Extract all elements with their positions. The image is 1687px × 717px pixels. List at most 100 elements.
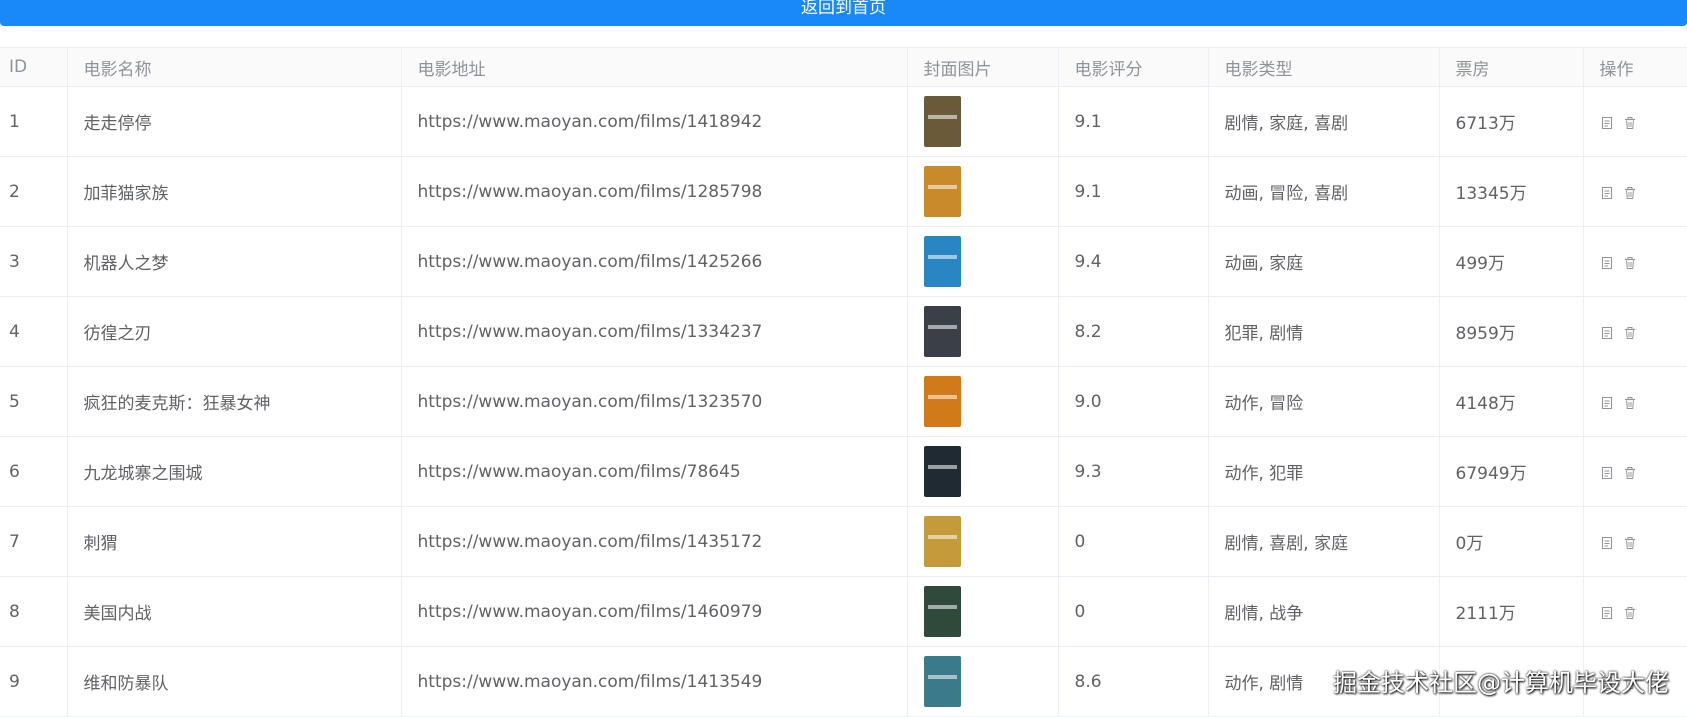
cell-poster — [907, 367, 1058, 437]
cell-poster — [907, 577, 1058, 647]
cell-url: https://www.maoyan.com/films/1413549 — [401, 647, 907, 717]
edit-icon[interactable] — [1600, 325, 1614, 339]
edit-icon[interactable] — [1600, 605, 1614, 619]
table-header-row: ID 电影名称 电影地址 封面图片 电影评分 电影类型 票房 操作 — [0, 48, 1687, 87]
cell-name: 九龙城寨之围城 — [67, 437, 401, 507]
cell-box-office: 2111万 — [1439, 577, 1583, 647]
poster-image[interactable] — [924, 586, 961, 637]
cell-genre: 动作, 犯罪 — [1208, 437, 1439, 507]
delete-icon[interactable] — [1623, 535, 1637, 549]
cell-genre: 动画, 冒险, 喜剧 — [1208, 157, 1439, 227]
cell-id: 8 — [0, 577, 67, 647]
table-row: 1走走停停https://www.maoyan.com/films/141894… — [0, 87, 1687, 157]
cell-url: https://www.maoyan.com/films/1334237 — [401, 297, 907, 367]
cell-rating: 0 — [1058, 507, 1208, 577]
cell-rating: 9.4 — [1058, 227, 1208, 297]
cell-rating: 8.2 — [1058, 297, 1208, 367]
cell-id: 5 — [0, 367, 67, 437]
edit-icon[interactable] — [1600, 255, 1614, 269]
poster-image[interactable] — [924, 376, 961, 427]
table-row: 2加菲猫家族https://www.maoyan.com/films/12857… — [0, 157, 1687, 227]
delete-icon[interactable] — [1623, 325, 1637, 339]
cell-box-office: 0万 — [1439, 507, 1583, 577]
table-row: 8美国内战https://www.maoyan.com/films/146097… — [0, 577, 1687, 647]
cell-poster — [907, 87, 1058, 157]
cell-genre: 剧情, 战争 — [1208, 577, 1439, 647]
cell-rating: 0 — [1058, 577, 1208, 647]
cell-id: 4 — [0, 297, 67, 367]
delete-icon[interactable] — [1623, 605, 1637, 619]
cell-genre: 犯罪, 剧情 — [1208, 297, 1439, 367]
cell-id: 7 — [0, 507, 67, 577]
edit-icon[interactable] — [1600, 115, 1614, 129]
watermark: 掘金技术社区@计算机毕设大佬 — [1333, 663, 1669, 698]
header-url: 电影地址 — [401, 48, 907, 87]
header-name: 电影名称 — [67, 48, 401, 87]
table-body: 1走走停停https://www.maoyan.com/films/141894… — [0, 87, 1687, 717]
header-poster: 封面图片 — [907, 48, 1058, 87]
cell-rating: 9.1 — [1058, 87, 1208, 157]
header-genre: 电影类型 — [1208, 48, 1439, 87]
cell-rating: 9.1 — [1058, 157, 1208, 227]
poster-image[interactable] — [924, 306, 961, 357]
delete-icon[interactable] — [1623, 115, 1637, 129]
cell-url: https://www.maoyan.com/films/1460979 — [401, 577, 907, 647]
cell-rating: 8.6 — [1058, 647, 1208, 717]
header-rating: 电影评分 — [1058, 48, 1208, 87]
cell-box-office: 13345万 — [1439, 157, 1583, 227]
delete-icon[interactable] — [1623, 465, 1637, 479]
poster-image[interactable] — [924, 656, 961, 707]
cell-name: 刺猬 — [67, 507, 401, 577]
cell-genre: 剧情, 喜剧, 家庭 — [1208, 507, 1439, 577]
header-id: ID — [0, 48, 67, 87]
cell-url: https://www.maoyan.com/films/1435172 — [401, 507, 907, 577]
back-to-home-button[interactable]: 返回到首页 — [0, 0, 1687, 26]
poster-image[interactable] — [924, 166, 961, 217]
cell-box-office: 4148万 — [1439, 367, 1583, 437]
cell-poster — [907, 297, 1058, 367]
delete-icon[interactable] — [1623, 185, 1637, 199]
cell-name: 机器人之梦 — [67, 227, 401, 297]
table-row: 4彷徨之刃https://www.maoyan.com/films/133423… — [0, 297, 1687, 367]
cell-url: https://www.maoyan.com/films/1425266 — [401, 227, 907, 297]
poster-image[interactable] — [924, 236, 961, 287]
cell-url: https://www.maoyan.com/films/1418942 — [401, 87, 907, 157]
edit-icon[interactable] — [1600, 535, 1614, 549]
cell-actions — [1583, 157, 1687, 227]
poster-image[interactable] — [924, 446, 961, 497]
cell-actions — [1583, 87, 1687, 157]
cell-name: 彷徨之刃 — [67, 297, 401, 367]
cell-genre: 剧情, 家庭, 喜剧 — [1208, 87, 1439, 157]
cell-poster — [907, 437, 1058, 507]
cell-poster — [907, 157, 1058, 227]
header-box-office: 票房 — [1439, 48, 1583, 87]
cell-rating: 9.3 — [1058, 437, 1208, 507]
delete-icon[interactable] — [1623, 255, 1637, 269]
cell-id: 3 — [0, 227, 67, 297]
cell-id: 1 — [0, 87, 67, 157]
cell-poster — [907, 647, 1058, 717]
cell-poster — [907, 507, 1058, 577]
cell-url: https://www.maoyan.com/films/1285798 — [401, 157, 907, 227]
edit-icon[interactable] — [1600, 465, 1614, 479]
table-row: 6九龙城寨之围城https://www.maoyan.com/films/786… — [0, 437, 1687, 507]
edit-icon[interactable] — [1600, 395, 1614, 409]
cell-genre: 动画, 家庭 — [1208, 227, 1439, 297]
cell-actions — [1583, 367, 1687, 437]
cell-box-office: 8959万 — [1439, 297, 1583, 367]
cell-genre: 动作, 冒险 — [1208, 367, 1439, 437]
cell-actions — [1583, 577, 1687, 647]
table-row: 5疯狂的麦克斯：狂暴女神https://www.maoyan.com/films… — [0, 367, 1687, 437]
cell-actions — [1583, 507, 1687, 577]
cell-name: 疯狂的麦克斯：狂暴女神 — [67, 367, 401, 437]
cell-url: https://www.maoyan.com/films/1323570 — [401, 367, 907, 437]
poster-image[interactable] — [924, 516, 961, 567]
movie-table-container: ID 电影名称 电影地址 封面图片 电影评分 电影类型 票房 操作 1走走停停h… — [0, 47, 1687, 717]
cell-id: 9 — [0, 647, 67, 717]
cell-id: 6 — [0, 437, 67, 507]
cell-box-office: 6713万 — [1439, 87, 1583, 157]
header-actions: 操作 — [1583, 48, 1687, 87]
delete-icon[interactable] — [1623, 395, 1637, 409]
edit-icon[interactable] — [1600, 185, 1614, 199]
poster-image[interactable] — [924, 96, 961, 147]
